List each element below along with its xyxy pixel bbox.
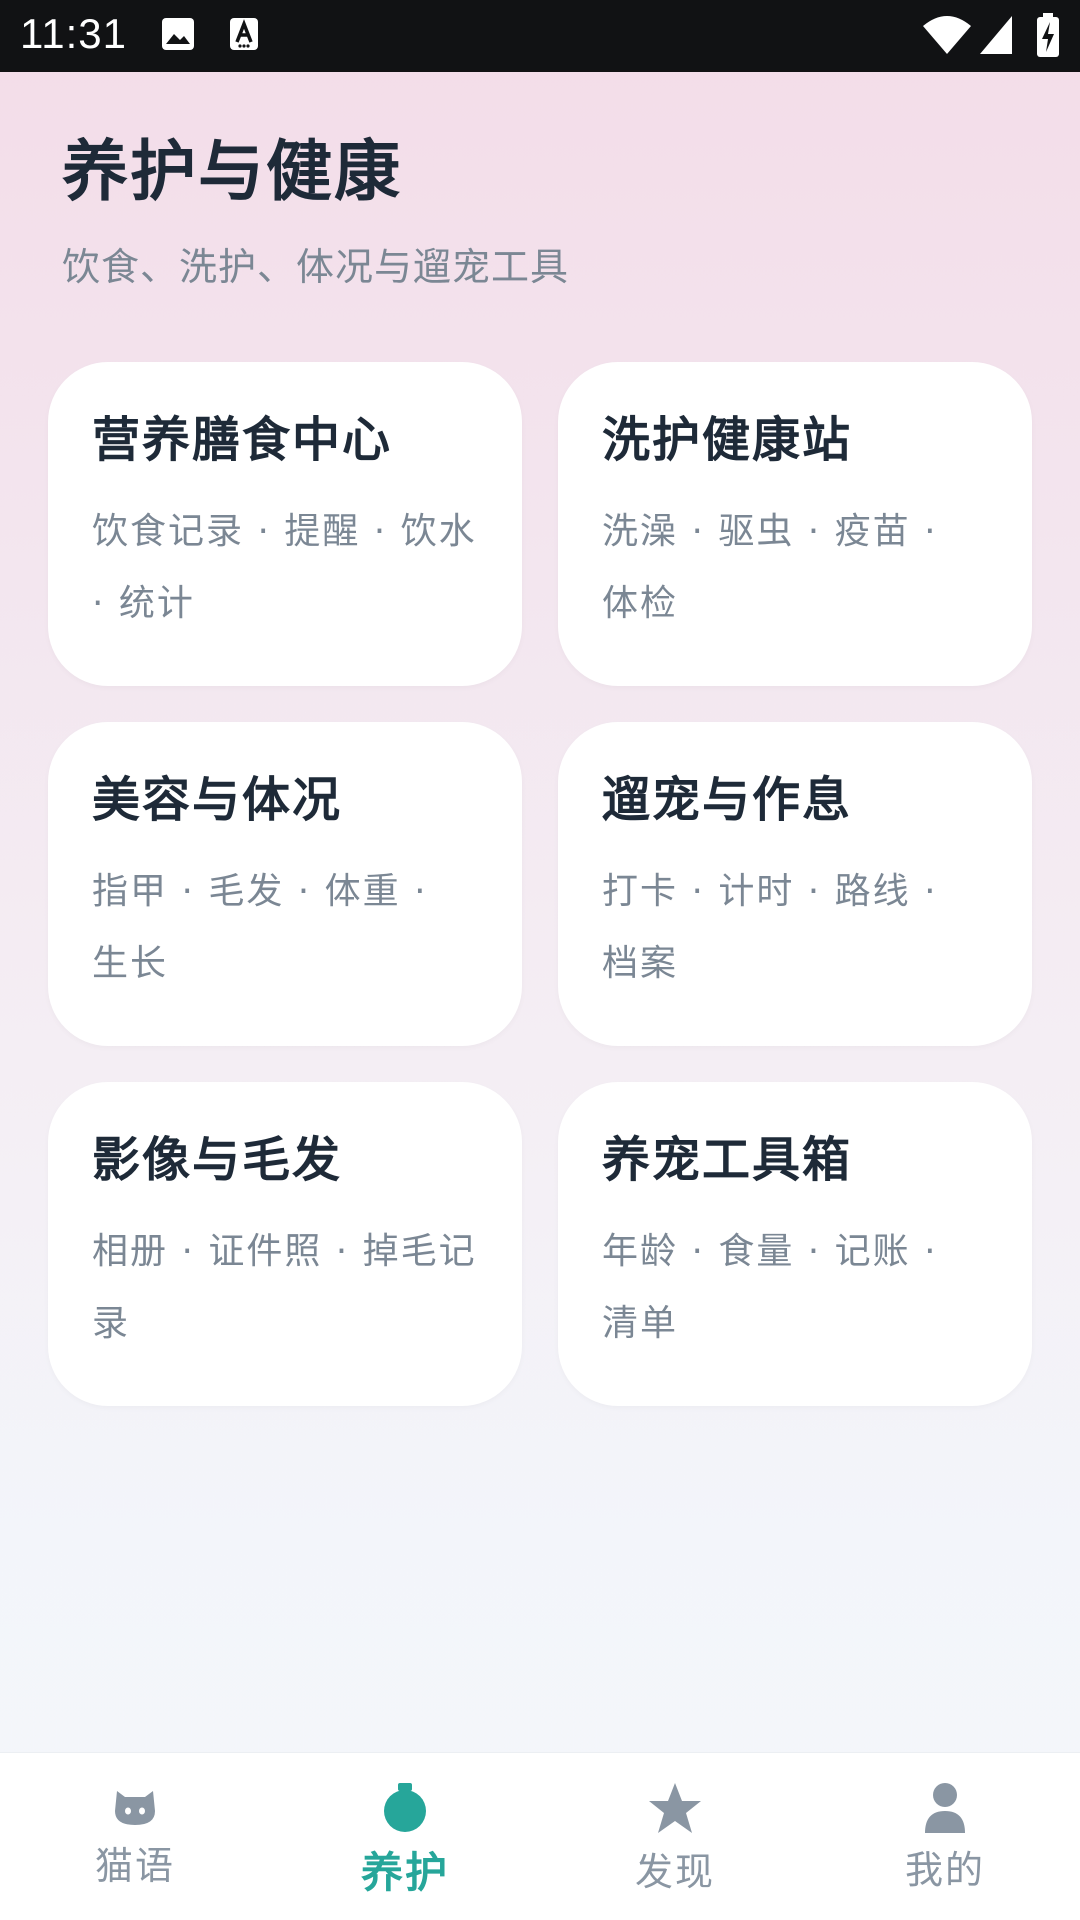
- card-description: 指甲 · 毛发 · 体重 · 生长: [92, 870, 428, 984]
- nav-label: 养护: [360, 1848, 449, 1897]
- card-description: 年龄 · 食量 · 记账 · 清单: [602, 1230, 938, 1344]
- card-title: 养宠工具箱: [602, 1132, 853, 1188]
- card-title: 营养膳食中心: [92, 412, 393, 468]
- nav-item-me[interactable]: 我的: [810, 1753, 1080, 1920]
- page-title: 养护与健康: [62, 133, 402, 210]
- person-icon: [925, 1783, 965, 1833]
- nav-label: 发现: [634, 1850, 715, 1894]
- card-description: 饮食记录 · 提醒 · 饮水 · 统计: [92, 510, 477, 624]
- battery-charging-icon: [1036, 12, 1060, 62]
- card-grooming-health-station[interactable]: 洗护健康站 洗澡 · 驱虫 · 疫苗 · 体检: [558, 362, 1032, 686]
- card-title: 美容与体况: [92, 772, 343, 828]
- card-pet-toolbox[interactable]: 养宠工具箱 年龄 · 食量 · 记账 · 清单: [558, 1082, 1032, 1406]
- signal-icon: [978, 14, 1014, 60]
- card-beauty-condition[interactable]: 美容与体况 指甲 · 毛发 · 体重 · 生长: [48, 722, 522, 1046]
- card-description: 打卡 · 计时 · 路线 · 档案: [602, 870, 938, 984]
- card-description: 相册 · 证件照 · 掉毛记录: [92, 1230, 477, 1344]
- star-icon: [649, 1783, 701, 1833]
- text-a-icon: [228, 16, 260, 56]
- nav-item-discover[interactable]: 发现: [540, 1753, 810, 1920]
- cat-face-icon: [115, 1791, 155, 1825]
- nav-item-cat-talk[interactable]: 猫语: [0, 1753, 270, 1920]
- nav-label: 猫语: [94, 1844, 175, 1888]
- card-description: 洗澡 · 驱虫 · 疫苗 · 体检: [602, 510, 938, 624]
- card-nutrition-center[interactable]: 营养膳食中心 饮食记录 · 提醒 · 饮水 · 统计: [48, 362, 522, 686]
- bottom-nav: 猫语 养护 发现 我的: [0, 1752, 1080, 1920]
- gallery-icon: [160, 16, 196, 56]
- status-time: 11:31: [20, 10, 127, 57]
- nav-item-care[interactable]: 养护: [270, 1753, 540, 1920]
- nav-label: 我的: [904, 1848, 985, 1892]
- care-bottle-icon: [384, 1783, 426, 1832]
- card-walk-schedule[interactable]: 遛宠与作息 打卡 · 计时 · 路线 · 档案: [558, 722, 1032, 1046]
- card-title: 影像与毛发: [92, 1132, 343, 1188]
- card-title: 洗护健康站: [602, 412, 853, 468]
- status-bar: 11:31: [0, 0, 1080, 72]
- page-subtitle: 饮食、洗护、体况与遛宠工具: [62, 245, 570, 289]
- card-photos-fur[interactable]: 影像与毛发 相册 · 证件照 · 掉毛记录: [48, 1082, 522, 1406]
- card-title: 遛宠与作息: [602, 772, 853, 828]
- wifi-icon: [922, 14, 972, 60]
